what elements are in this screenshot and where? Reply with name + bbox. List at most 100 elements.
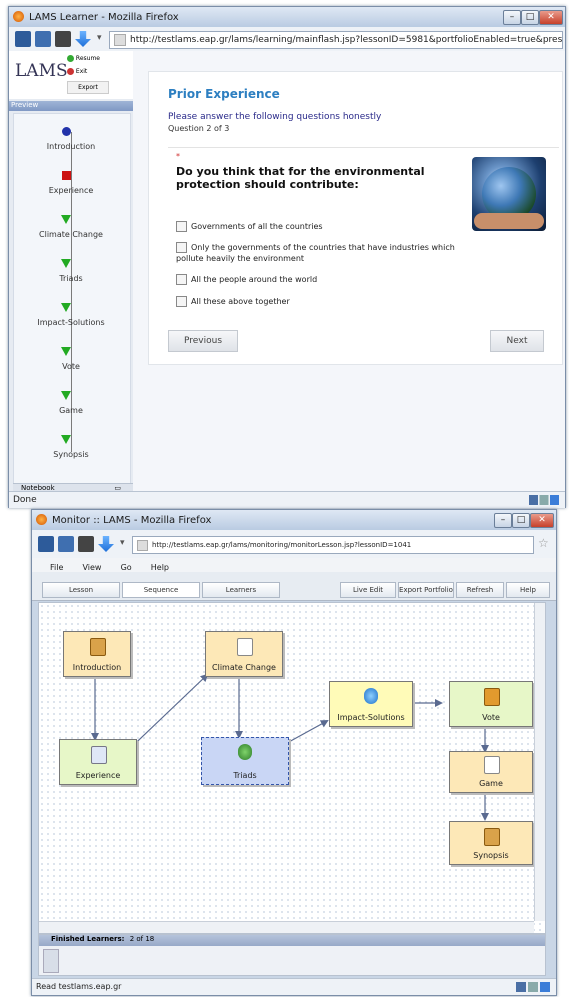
- required-marker: *: [176, 152, 180, 161]
- activity-experience[interactable]: Experience: [59, 739, 137, 785]
- notebook-icon: [484, 828, 500, 846]
- option-2[interactable]: Only the governments of the countries th…: [176, 242, 466, 264]
- chat-bubble-icon: [364, 688, 378, 704]
- page-icon[interactable]: [58, 536, 74, 552]
- resume-button[interactable]: Resume: [67, 55, 107, 66]
- finished-learners-panel: Finished Learners: 2 of 18: [38, 934, 546, 976]
- vertical-scrollbar[interactable]: [534, 603, 545, 921]
- url-text: http://testlams.eap.gr/lams/monitoring/m…: [152, 541, 412, 549]
- activity-vote[interactable]: Vote: [449, 681, 533, 727]
- exit-icon: [67, 68, 74, 75]
- firefox-icon: [13, 11, 24, 22]
- question-card: Prior Experience Please answer the follo…: [148, 71, 563, 365]
- learner-content: Prior Experience Please answer the follo…: [133, 51, 565, 491]
- finished-learners-count: 2 of 18: [129, 935, 155, 943]
- sequence-introduction-marker[interactable]: [62, 127, 71, 136]
- exit-button[interactable]: Exit: [67, 68, 107, 79]
- option-3-checkbox[interactable]: [176, 274, 187, 285]
- window-icon[interactable]: [15, 31, 31, 47]
- activity-game[interactable]: Game: [449, 751, 533, 793]
- sequence-vote-marker[interactable]: [61, 347, 71, 356]
- sequence-canvas: Introduction Climate Change Experience T…: [38, 602, 546, 934]
- download-arrow-icon[interactable]: [75, 31, 91, 47]
- sequence-game-marker[interactable]: [61, 391, 71, 400]
- notebook-icon: [90, 638, 106, 656]
- option-1-checkbox[interactable]: [176, 221, 187, 232]
- activity-triads[interactable]: Triads: [201, 737, 289, 785]
- sequence-item-label[interactable]: Vote: [11, 362, 131, 371]
- url-text: http://testlams.eap.gr/lams/learning/mai…: [130, 35, 563, 45]
- activity-impact-solutions[interactable]: Impact-Solutions: [329, 681, 413, 727]
- window-icon[interactable]: [38, 536, 54, 552]
- sequence-climate-change-marker[interactable]: [61, 215, 71, 224]
- lock-icon[interactable]: [55, 31, 71, 47]
- sequence-item-label[interactable]: Introduction: [11, 142, 131, 151]
- export-portfolio-button[interactable]: Export Portfolio: [398, 582, 454, 598]
- learner-sidebar: LAMS Resume Exit Export Preview Notebook…: [9, 51, 133, 494]
- option-1[interactable]: Governments of all the countries: [176, 221, 323, 232]
- activity-introduction[interactable]: Introduction: [63, 631, 131, 677]
- maximize-button[interactable]: □: [512, 513, 530, 528]
- download-arrow-icon[interactable]: [98, 536, 114, 552]
- sequence-item-label[interactable]: Experience: [11, 186, 131, 195]
- sequence-impact-solutions-marker[interactable]: [61, 303, 71, 312]
- sequence-item-label[interactable]: Climate Change: [11, 230, 131, 239]
- option-2-checkbox[interactable]: [176, 242, 187, 253]
- finished-learners-label: Finished Learners:: [51, 935, 125, 943]
- question-text: Do you think that for the environmental …: [176, 165, 425, 191]
- url-bar[interactable]: http://testlams.eap.gr/lams/learning/mai…: [109, 31, 563, 49]
- document-icon: [237, 638, 253, 656]
- chevron-down-icon[interactable]: ▾: [120, 538, 125, 548]
- export-button[interactable]: Export: [67, 81, 109, 94]
- browser-toolbar: ▾ http://testlams.eap.gr/lams/monitoring…: [32, 530, 556, 558]
- option-4-checkbox[interactable]: [176, 296, 187, 307]
- page-favicon-icon: [114, 33, 126, 46]
- monitor-tabbar: Lesson Sequence Learners Live Edit Expor…: [32, 572, 556, 601]
- window-title: Monitor :: LAMS - Mozilla Firefox: [52, 515, 212, 526]
- browser-toolbar: ▾ http://testlams.eap.gr/lams/learning/m…: [9, 27, 565, 51]
- question-counter: Question 2 of 3: [168, 124, 230, 133]
- url-bar[interactable]: http://testlams.eap.gr/lams/monitoring/m…: [132, 536, 534, 554]
- refresh-button[interactable]: Refresh: [456, 582, 504, 598]
- activity-synopsis[interactable]: Synopsis: [449, 821, 533, 865]
- help-button[interactable]: Help: [506, 582, 550, 598]
- divider: [168, 147, 559, 148]
- group-icon: [238, 744, 252, 760]
- sequence-item-label[interactable]: Synopsis: [11, 450, 131, 459]
- close-button[interactable]: ✕: [530, 513, 554, 528]
- horizontal-scrollbar[interactable]: [39, 921, 534, 933]
- page-favicon-icon: [137, 539, 148, 551]
- firefox-icon: [36, 514, 47, 525]
- sequence-item-label[interactable]: Impact-Solutions: [11, 318, 131, 327]
- sequence-item-label[interactable]: Game: [11, 406, 131, 415]
- live-edit-button[interactable]: Live Edit: [340, 582, 396, 598]
- sequence-experience-marker[interactable]: [62, 171, 71, 180]
- option-3[interactable]: All the people around the world: [176, 274, 317, 285]
- next-button[interactable]: Next: [490, 330, 544, 352]
- tab-sequence[interactable]: Sequence: [122, 582, 200, 598]
- tab-learners[interactable]: Learners: [202, 582, 280, 598]
- minimize-button[interactable]: –: [494, 513, 512, 528]
- survey-icon: [91, 746, 107, 764]
- tab-lesson[interactable]: Lesson: [42, 582, 120, 598]
- logo-panel: LAMS Resume Exit Export: [9, 51, 133, 99]
- minimize-button[interactable]: –: [503, 10, 521, 25]
- monitor-window: Monitor :: LAMS - Mozilla Firefox – □ ✕ …: [31, 509, 557, 996]
- lams-logo: LAMS: [15, 61, 68, 81]
- sequence-item-label[interactable]: Triads: [11, 274, 131, 283]
- sequence-triads-marker[interactable]: [61, 259, 71, 268]
- document-icon: [484, 756, 500, 774]
- page-icon[interactable]: [35, 31, 51, 47]
- learner-titlebar: LAMS Learner - Mozilla Firefox – □ ✕: [9, 7, 565, 27]
- chevron-down-icon[interactable]: ▾: [97, 33, 102, 43]
- maximize-button[interactable]: □: [521, 10, 539, 25]
- close-button[interactable]: ✕: [539, 10, 563, 25]
- previous-button[interactable]: Previous: [168, 330, 238, 352]
- monitor-statusbar: Read testlams.eap.gr: [32, 978, 556, 995]
- sequence-synopsis-marker[interactable]: [61, 435, 71, 444]
- activity-climate-change[interactable]: Climate Change: [205, 631, 283, 677]
- bookmark-star-icon[interactable]: ☆: [538, 536, 549, 550]
- option-4[interactable]: All these above together: [176, 296, 290, 307]
- earth-hands-image: [472, 157, 546, 231]
- lock-icon[interactable]: [78, 536, 94, 552]
